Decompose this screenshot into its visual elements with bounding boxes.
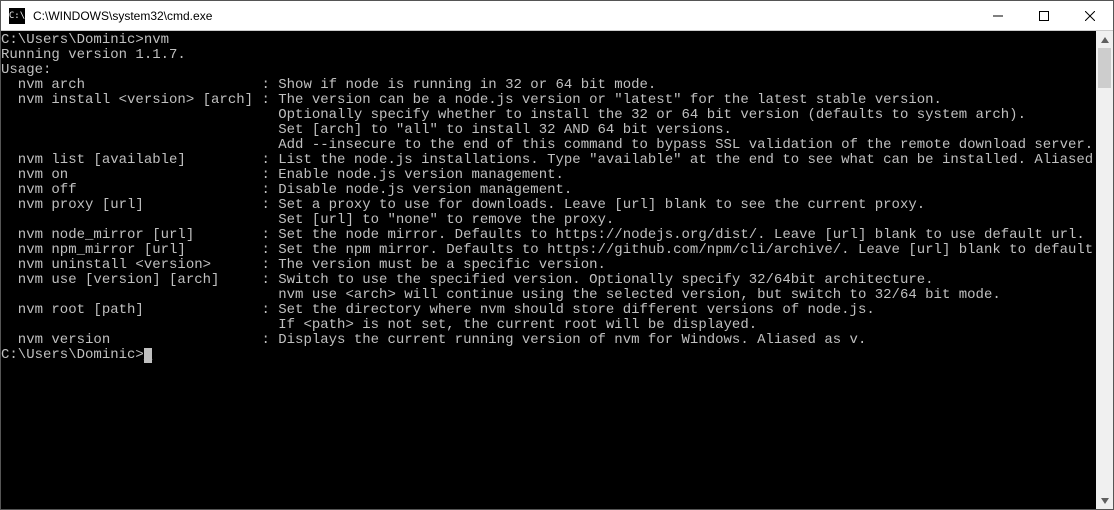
terminal-line: nvm npm_mirror [url] : Set the npm mirro… (1, 243, 1096, 258)
terminal-output[interactable]: C:\Users\Dominic>nvmRunning version 1.1.… (1, 31, 1096, 509)
terminal-line: nvm use <arch> will continue using the s… (1, 288, 1096, 303)
terminal-line: nvm version : Displays the current runni… (1, 333, 1096, 348)
terminal-line: If <path> is not set, the current root w… (1, 318, 1096, 333)
client-area: C:\Users\Dominic>nvmRunning version 1.1.… (1, 31, 1113, 509)
terminal-line: nvm off : Disable node.js version manage… (1, 183, 1096, 198)
prompt-prefix: C:\Users\Dominic> (1, 347, 144, 363)
terminal-line: Running version 1.1.7. (1, 48, 1096, 63)
terminal-line: nvm use [version] [arch] : Switch to use… (1, 273, 1096, 288)
terminal-line: nvm arch : Show if node is running in 32… (1, 78, 1096, 93)
minimize-button[interactable] (975, 1, 1021, 30)
terminal-line: nvm list [available] : List the node.js … (1, 153, 1096, 168)
terminal-line: nvm proxy [url] : Set a proxy to use for… (1, 198, 1096, 213)
terminal-line: nvm root [path] : Set the directory wher… (1, 303, 1096, 318)
cursor: _ (144, 348, 152, 363)
close-button[interactable] (1067, 1, 1113, 30)
scroll-up-button[interactable] (1096, 31, 1113, 48)
terminal-line: nvm install <version> [arch] : The versi… (1, 93, 1096, 108)
terminal-line: nvm on : Enable node.js version manageme… (1, 168, 1096, 183)
terminal-line: nvm uninstall <version> : The version mu… (1, 258, 1096, 273)
terminal-line: Usage: (1, 63, 1096, 78)
scroll-thumb[interactable] (1098, 48, 1111, 88)
window-controls (975, 1, 1113, 30)
vertical-scrollbar[interactable] (1096, 31, 1113, 509)
scroll-down-button[interactable] (1096, 492, 1113, 509)
cmd-icon: C:\ (9, 8, 25, 24)
maximize-button[interactable] (1021, 1, 1067, 30)
terminal-line: Set [url] to "none" to remove the proxy. (1, 213, 1096, 228)
terminal-prompt[interactable]: C:\Users\Dominic>_ (1, 348, 1096, 363)
terminal-line: Add --insecure to the end of this comman… (1, 138, 1096, 153)
terminal-line: Set [arch] to "all" to install 32 AND 64… (1, 123, 1096, 138)
titlebar: C:\ C:\WINDOWS\system32\cmd.exe (1, 1, 1113, 31)
window-title: C:\WINDOWS\system32\cmd.exe (31, 9, 975, 23)
terminal-line: Optionally specify whether to install th… (1, 108, 1096, 123)
terminal-line: C:\Users\Dominic>nvm (1, 33, 1096, 48)
terminal-line: nvm node_mirror [url] : Set the node mir… (1, 228, 1096, 243)
